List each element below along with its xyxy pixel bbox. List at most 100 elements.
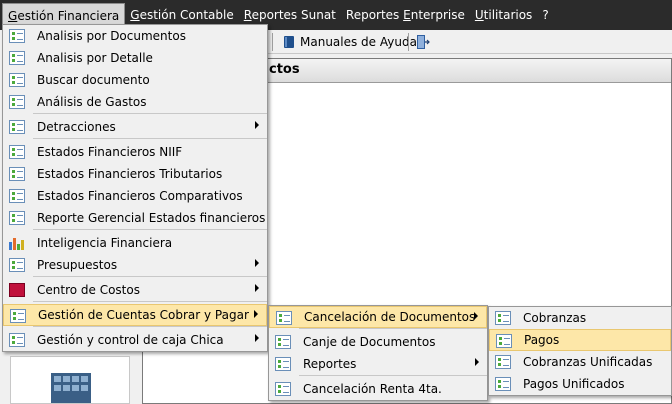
toolbar: Manuales de Ayuda (268, 30, 672, 54)
document-list-icon (496, 334, 512, 348)
gestion-financiera-item[interactable]: Centro de Costos (3, 279, 267, 301)
menu-item-label: Reporte Gerencial Estados financieros (37, 211, 266, 225)
menu-item-label: Estados Financieros Comparativos (37, 189, 243, 203)
submenu-arrow-icon (255, 284, 259, 292)
mnemonic: G (130, 8, 140, 22)
mnemonic: R (243, 8, 252, 22)
cuentas-submenu: Cancelación de Documentos Canje de Docume… (268, 305, 488, 401)
gestion-financiera-item[interactable]: Estados Financieros Tributarios (3, 163, 267, 185)
document-list-icon (9, 145, 25, 159)
menu-item-label: Reportes (303, 357, 357, 371)
gestion-financiera-item[interactable]: Reporte Gerencial Estados financieros (3, 207, 267, 229)
document-list-icon (9, 189, 25, 203)
document-list-icon (9, 120, 25, 134)
cost-center-icon (9, 283, 25, 297)
menu-item-label: Gestión y control de caja Chica (37, 333, 224, 347)
mnemonic: U (474, 8, 484, 22)
cancelacion-submenu: Cobranzas Pagos Cobranzas Unificadas Pagos … (488, 306, 672, 396)
menu-item-label: Pagos Unificados (523, 377, 625, 391)
menu-item-label: Análisis de Gastos (37, 95, 147, 109)
gestion-financiera-item[interactable]: Buscar documento (3, 69, 267, 91)
menu-reportes-enterprise[interactable]: Reportes Enterprise (341, 3, 470, 27)
gestion-financiera-dropdown: Analisis por Documentos Analisis por Deta… (2, 24, 268, 352)
menu-item-label: Cancelación de Documentos (304, 310, 476, 324)
menu-utilitarios[interactable]: Utilitarios (470, 3, 537, 27)
submenu-arrow-icon (254, 310, 258, 318)
document-list-icon (495, 355, 511, 369)
document-list-icon (495, 377, 511, 391)
menu-label: nterprise (410, 8, 465, 22)
module-tile[interactable] (10, 356, 130, 404)
gestion-financiera-item[interactable]: Estados Financieros NIIF (3, 141, 267, 163)
menu-item-label: Canje de Documentos (303, 335, 436, 349)
cuentas-item[interactable]: Cancelación de Documentos (269, 306, 487, 328)
cancelacion-item[interactable]: Pagos (489, 329, 671, 351)
menu-item-label: Cancelación Renta 4ta. (303, 382, 442, 396)
menu-label: estión Contable (139, 8, 234, 22)
menu-item-label: Analisis por Documentos (37, 29, 186, 43)
document-list-icon (9, 211, 25, 225)
document-list-icon (9, 258, 25, 272)
menu-item-label: Centro de Costos (37, 283, 140, 297)
cancelacion-item[interactable]: Pagos Unificados (489, 373, 671, 395)
cancelacion-item[interactable]: Cobranzas Unificadas (489, 351, 671, 373)
submenu-arrow-icon (475, 358, 479, 366)
document-list-icon (495, 311, 511, 325)
submenu-arrow-icon (474, 312, 478, 320)
menu-item-label: Pagos (524, 333, 560, 347)
gestion-financiera-item[interactable]: Gestión de Cuentas Cobrar y Pagar (3, 304, 267, 326)
menu-item-label: Inteligencia Financiera (37, 236, 173, 250)
menu-label: estión Financiera (17, 9, 120, 23)
cuentas-item[interactable]: Cancelación Renta 4ta. (269, 378, 487, 400)
menu-item-label: Cobranzas (523, 311, 587, 325)
document-list-icon (9, 167, 25, 181)
document-list-icon (9, 29, 25, 43)
gestion-financiera-item[interactable]: Analisis por Detalle (3, 47, 267, 69)
document-list-icon (275, 335, 291, 349)
document-list-icon (275, 357, 291, 371)
menu-item-label: Cobranzas Unificadas (523, 355, 653, 369)
gestion-financiera-item[interactable]: Inteligencia Financiera (3, 232, 267, 254)
gestion-financiera-item[interactable]: Detracciones (3, 116, 267, 138)
help-manuals-button[interactable]: Manuales de Ayuda (278, 32, 421, 52)
toolbar-separator (272, 33, 273, 51)
document-list-icon (275, 382, 291, 396)
exit-door-icon (417, 35, 430, 49)
submenu-arrow-icon (255, 259, 259, 267)
submenu-arrow-icon (255, 121, 259, 129)
cuentas-item[interactable]: Canje de Documentos (269, 331, 487, 353)
toolbar-separator (408, 33, 409, 51)
document-list-icon (10, 309, 26, 323)
exit-button[interactable] (412, 32, 434, 52)
cancelacion-item[interactable]: Cobranzas (489, 307, 671, 329)
menu-item-label: Presupuestos (37, 258, 118, 272)
document-list-icon (9, 95, 25, 109)
menu-help[interactable]: ? (537, 3, 553, 27)
document-list-icon (9, 73, 25, 87)
document-list-icon (9, 51, 25, 65)
gestion-financiera-item[interactable]: Análisis de Gastos (3, 91, 267, 113)
help-manuals-label: Manuales de Ayuda (300, 35, 417, 49)
menu-item-label: Estados Financieros Tributarios (37, 167, 223, 181)
mnemonic: G (8, 9, 18, 23)
gestion-financiera-item[interactable]: Analisis por Documentos (3, 25, 267, 47)
gestion-financiera-item[interactable]: Gestión y control de caja Chica (3, 329, 267, 351)
menu-label: ? (542, 8, 549, 22)
menu-item-label: Gestión de Cuentas Cobrar y Pagar (38, 308, 249, 322)
menu-label: tilitarios (483, 8, 533, 22)
menu-item-label: Detracciones (37, 120, 116, 134)
menu-item-label: Estados Financieros NIIF (37, 145, 183, 159)
menu-label: Reportes (345, 8, 404, 22)
bar-chart-icon (9, 236, 25, 250)
gestion-financiera-item[interactable]: Presupuestos (3, 254, 267, 276)
gestion-financiera-item[interactable]: Estados Financieros Comparativos (3, 185, 267, 207)
menu-item-label: Buscar documento (37, 73, 150, 87)
document-list-icon (276, 311, 292, 325)
cuentas-item[interactable]: Reportes (269, 353, 487, 375)
mnemonic: E (403, 8, 411, 22)
book-icon (284, 36, 294, 48)
submenu-arrow-icon (255, 334, 259, 342)
menu-item-label: Analisis por Detalle (37, 51, 153, 65)
menu-label: eportes Sunat (251, 8, 336, 22)
document-list-icon (9, 333, 25, 347)
